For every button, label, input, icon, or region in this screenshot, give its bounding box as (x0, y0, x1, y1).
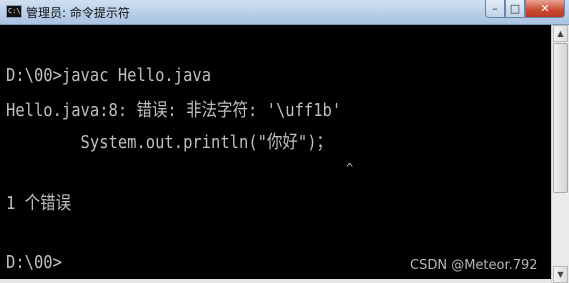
scroll-down-button[interactable]: ▼ (553, 266, 568, 283)
console-line-source: System.out.println("你好")； (6, 132, 333, 153)
console-line-error-count: 1 个错误 (6, 193, 72, 214)
close-button[interactable]: ✕ (525, 0, 565, 18)
window-title: 管理员: 命令提示符 (26, 6, 130, 20)
error-caret: ^ (346, 161, 354, 175)
scroll-thumb[interactable] (553, 43, 568, 193)
console-line-error: Hello.java:8: 错误: 非法字符: '\uff1b' (6, 100, 342, 121)
console-line-prompt: D:\00> (6, 252, 62, 273)
scroll-up-button[interactable]: ▲ (553, 25, 568, 42)
watermark: CSDN @Meteor.792 (410, 258, 538, 273)
vertical-scrollbar[interactable]: ▲ ▼ (551, 25, 569, 283)
console-icon[interactable]: C:\ (6, 5, 22, 18)
console-output[interactable]: D:\00>javac Hello.java Hello.java:8: 错误:… (0, 25, 551, 283)
title-bar[interactable]: C:\ 管理员: 命令提示符 – □ ✕ (0, 0, 569, 25)
command-prompt-window: C:\ 管理员: 命令提示符 – □ ✕ D:\00>javac Hello.j… (0, 0, 569, 283)
console-line-command: D:\00>javac Hello.java (6, 65, 212, 86)
horizontal-scrollbar[interactable] (0, 279, 551, 283)
minimize-button[interactable]: – (485, 0, 505, 18)
maximize-button[interactable]: □ (505, 0, 525, 18)
